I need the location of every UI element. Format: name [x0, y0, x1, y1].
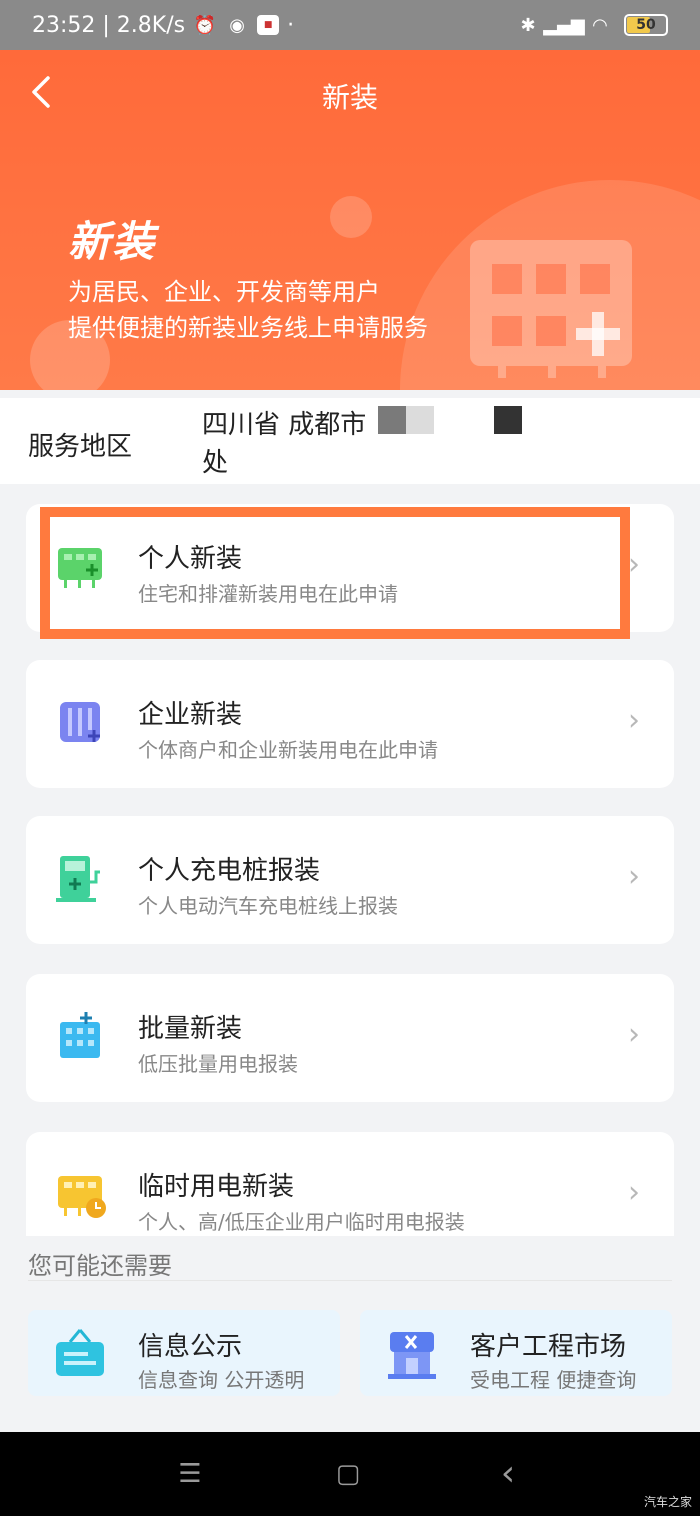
battery-level: 50: [636, 17, 656, 33]
highlight-box: [40, 507, 630, 639]
decor-circle: [330, 196, 372, 238]
service-desc: 低压批量用电报装: [138, 1052, 298, 1076]
status-time: 23:52 | 2.8K/s: [32, 12, 186, 38]
nav-back-icon[interactable]: ‹: [488, 1456, 528, 1492]
signal-icon: ▂▄▆: [543, 14, 585, 36]
service-card-charging[interactable]: 个人充电桩报装 个人电动汽车充电桩线上报装 ›: [26, 816, 674, 944]
menu-icon[interactable]: ☰: [170, 1458, 210, 1490]
chevron-right-icon: ›: [628, 703, 640, 738]
charging-pile-icon: [56, 856, 100, 902]
service-desc: 个人电动汽车充电桩线上报装: [138, 894, 398, 918]
service-name: 临时用电新装: [138, 1172, 295, 1202]
engineering-market-icon: [388, 1332, 436, 1379]
service-name: 企业新装: [138, 700, 243, 730]
header-banner: 新装 新装 为居民、企业、开发商等用户 提供便捷的新装业务线上申请服务: [0, 50, 700, 390]
service-desc: 个体商户和企业新装用电在此申请: [138, 738, 438, 762]
battery-icon: 50: [624, 14, 668, 36]
wifi-icon: ◠: [592, 14, 608, 36]
recommend-title: 您可能还需要: [28, 1252, 172, 1280]
system-nav-bar: ☰ ▢ ‹ 汽车之家: [0, 1432, 700, 1516]
divider: [28, 1280, 672, 1281]
service-area-row[interactable]: 服务地区 四川省 成都市 处: [0, 398, 700, 484]
service-card-temporary[interactable]: 临时用电新装 个人、高/低压企业用户临时用电报装 ›: [26, 1132, 674, 1236]
chevron-right-icon: ›: [628, 1017, 640, 1052]
service-name: 批量新装: [138, 1014, 243, 1044]
info-board-icon: [56, 1329, 104, 1376]
status-bar: 23:52 | 2.8K/s ⏰ ◉ ■ · ✱ ▂▄▆ ◠ 50: [0, 0, 700, 50]
recommend-name: 客户工程市场: [470, 1332, 627, 1362]
redacted-block: [494, 406, 522, 434]
recommend-desc: 信息查询 公开透明: [138, 1368, 305, 1392]
service-card-batch[interactable]: 批量新装 低压批量用电报装 ›: [26, 974, 674, 1102]
service-area-label: 服务地区: [28, 432, 133, 462]
temporary-power-icon: [58, 1176, 106, 1218]
batch-install-icon: [60, 1012, 100, 1058]
app-chip-icon: ■: [257, 15, 280, 35]
hero-title: 新装: [68, 217, 157, 266]
bluetooth-icon: ✱: [520, 14, 536, 36]
service-area-value: 四川省 成都市 处: [202, 410, 367, 478]
app-icon: ◉: [229, 14, 245, 36]
alarm-icon: ⏰: [193, 14, 217, 36]
building-illustration-icon: [470, 240, 632, 378]
chevron-right-icon: ›: [628, 1175, 640, 1210]
page-title: 新装: [321, 81, 378, 114]
status-dot: ·: [287, 12, 295, 38]
recommend-desc: 受电工程 便捷查询: [470, 1368, 637, 1392]
watermark: 汽车之家: [643, 1495, 692, 1509]
recommend-name: 信息公示: [138, 1332, 243, 1362]
hero-subtitle-2: 提供便捷的新装业务线上申请服务: [68, 314, 428, 342]
hero-subtitle-1: 为居民、企业、开发商等用户: [68, 278, 380, 306]
recommend-card-market[interactable]: 客户工程市场 受电工程 便捷查询: [360, 1310, 672, 1396]
service-name: 个人充电桩报装: [138, 856, 321, 886]
enterprise-install-icon: [60, 702, 100, 742]
service-desc: 个人、高/低压企业用户临时用电报装: [138, 1210, 465, 1234]
chevron-right-icon: ›: [628, 547, 640, 582]
service-card-enterprise[interactable]: 企业新装 个体商户和企业新装用电在此申请 ›: [26, 660, 674, 788]
chevron-right-icon: ›: [628, 859, 640, 894]
recommend-card-info[interactable]: 信息公示 信息查询 公开透明: [28, 1310, 340, 1396]
redacted-block: [378, 406, 434, 434]
home-icon[interactable]: ▢: [328, 1458, 368, 1490]
